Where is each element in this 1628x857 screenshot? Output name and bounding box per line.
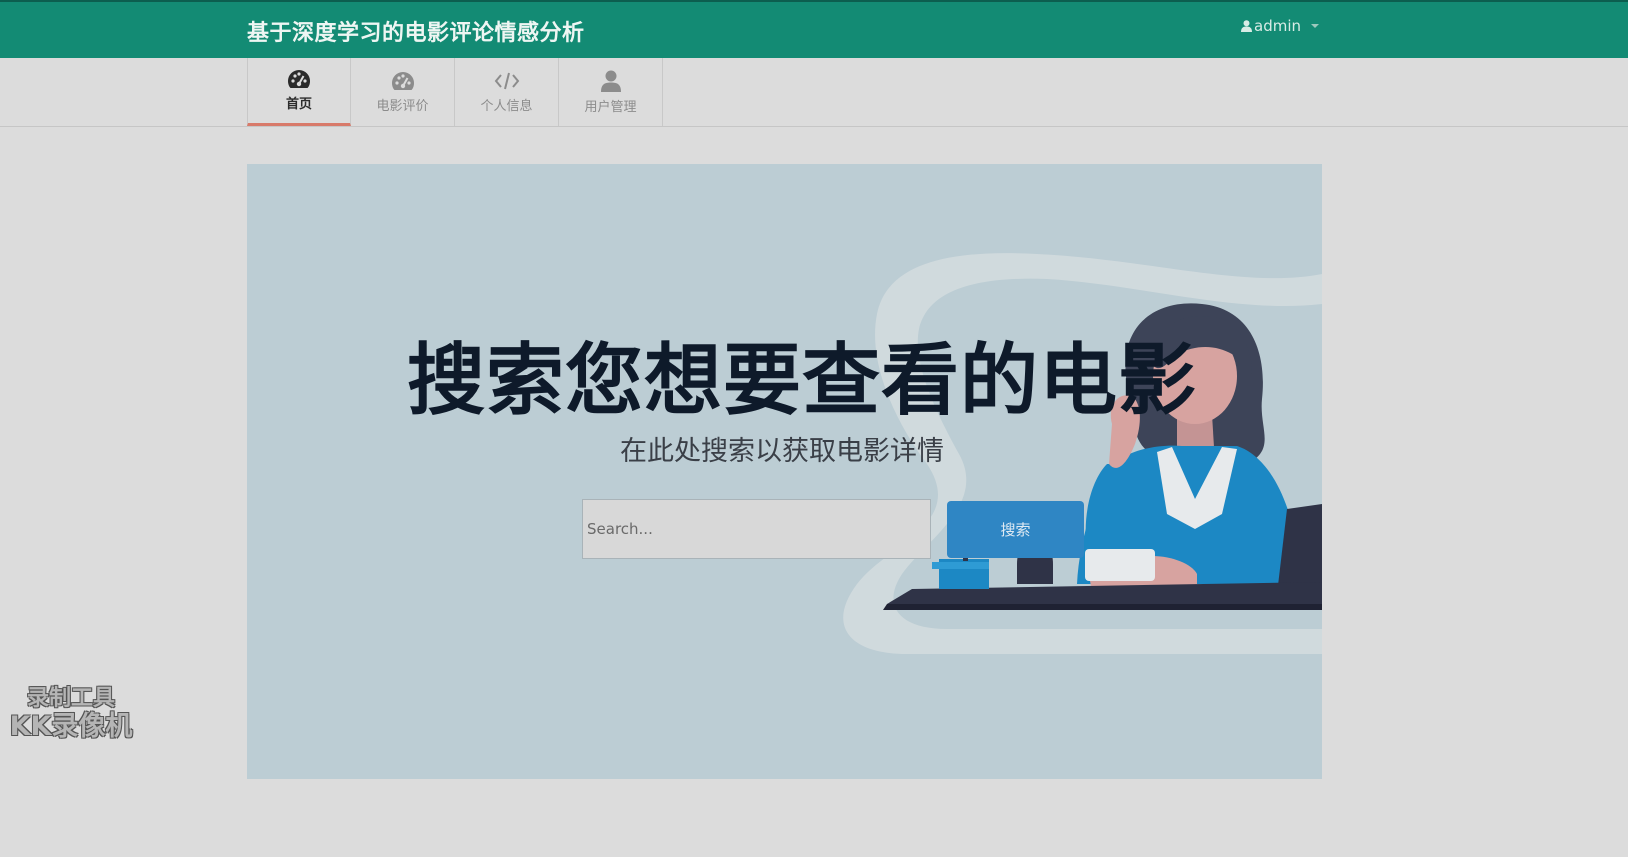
nav-item-home[interactable]: 首页 [247,58,351,126]
main-nav: 首页 电影评价 个人信息 用户管理 [0,58,1628,127]
search-button[interactable]: 搜索 [947,501,1084,558]
user-icon [1241,20,1252,32]
nav-item-user-management[interactable]: 用户管理 [559,58,663,126]
user-menu[interactable]: admin [1241,17,1319,35]
watermark-line-1: 录制工具 [26,686,115,711]
nav-label-movie-review: 电影评价 [376,98,429,114]
dashboard-icon [391,71,414,90]
nav-item-movie-review[interactable]: 电影评价 [351,58,455,126]
user-name: admin [1254,17,1301,35]
nav-label-home: 首页 [285,97,312,112]
hero-banner: 搜索您想要查看的电影 在此处搜索以获取电影详情 搜索 [247,164,1322,779]
recorder-watermark: 录制工具 KK录像机 [0,686,142,742]
hero-subtitle: 在此处搜索以获取电影详情 [620,436,944,467]
woman-at-desk-illustration [843,253,1322,654]
nav-item-profile[interactable]: 个人信息 [455,58,559,126]
user-icon [600,70,621,92]
watermark-line-2: KK录像机 [9,711,133,743]
hero-title: 搜索您想要查看的电影 [407,336,1198,426]
top-header: 基于深度学习的电影评论情感分析 admin [0,0,1628,58]
chevron-down-icon [1311,24,1319,28]
app-title: 基于深度学习的电影评论情感分析 [247,21,585,46]
dashboard-icon [288,70,310,88]
code-icon [494,72,519,89]
nav-label-user-management: 用户管理 [584,99,637,115]
search-input[interactable] [582,499,931,559]
nav-label-profile: 个人信息 [480,98,533,114]
